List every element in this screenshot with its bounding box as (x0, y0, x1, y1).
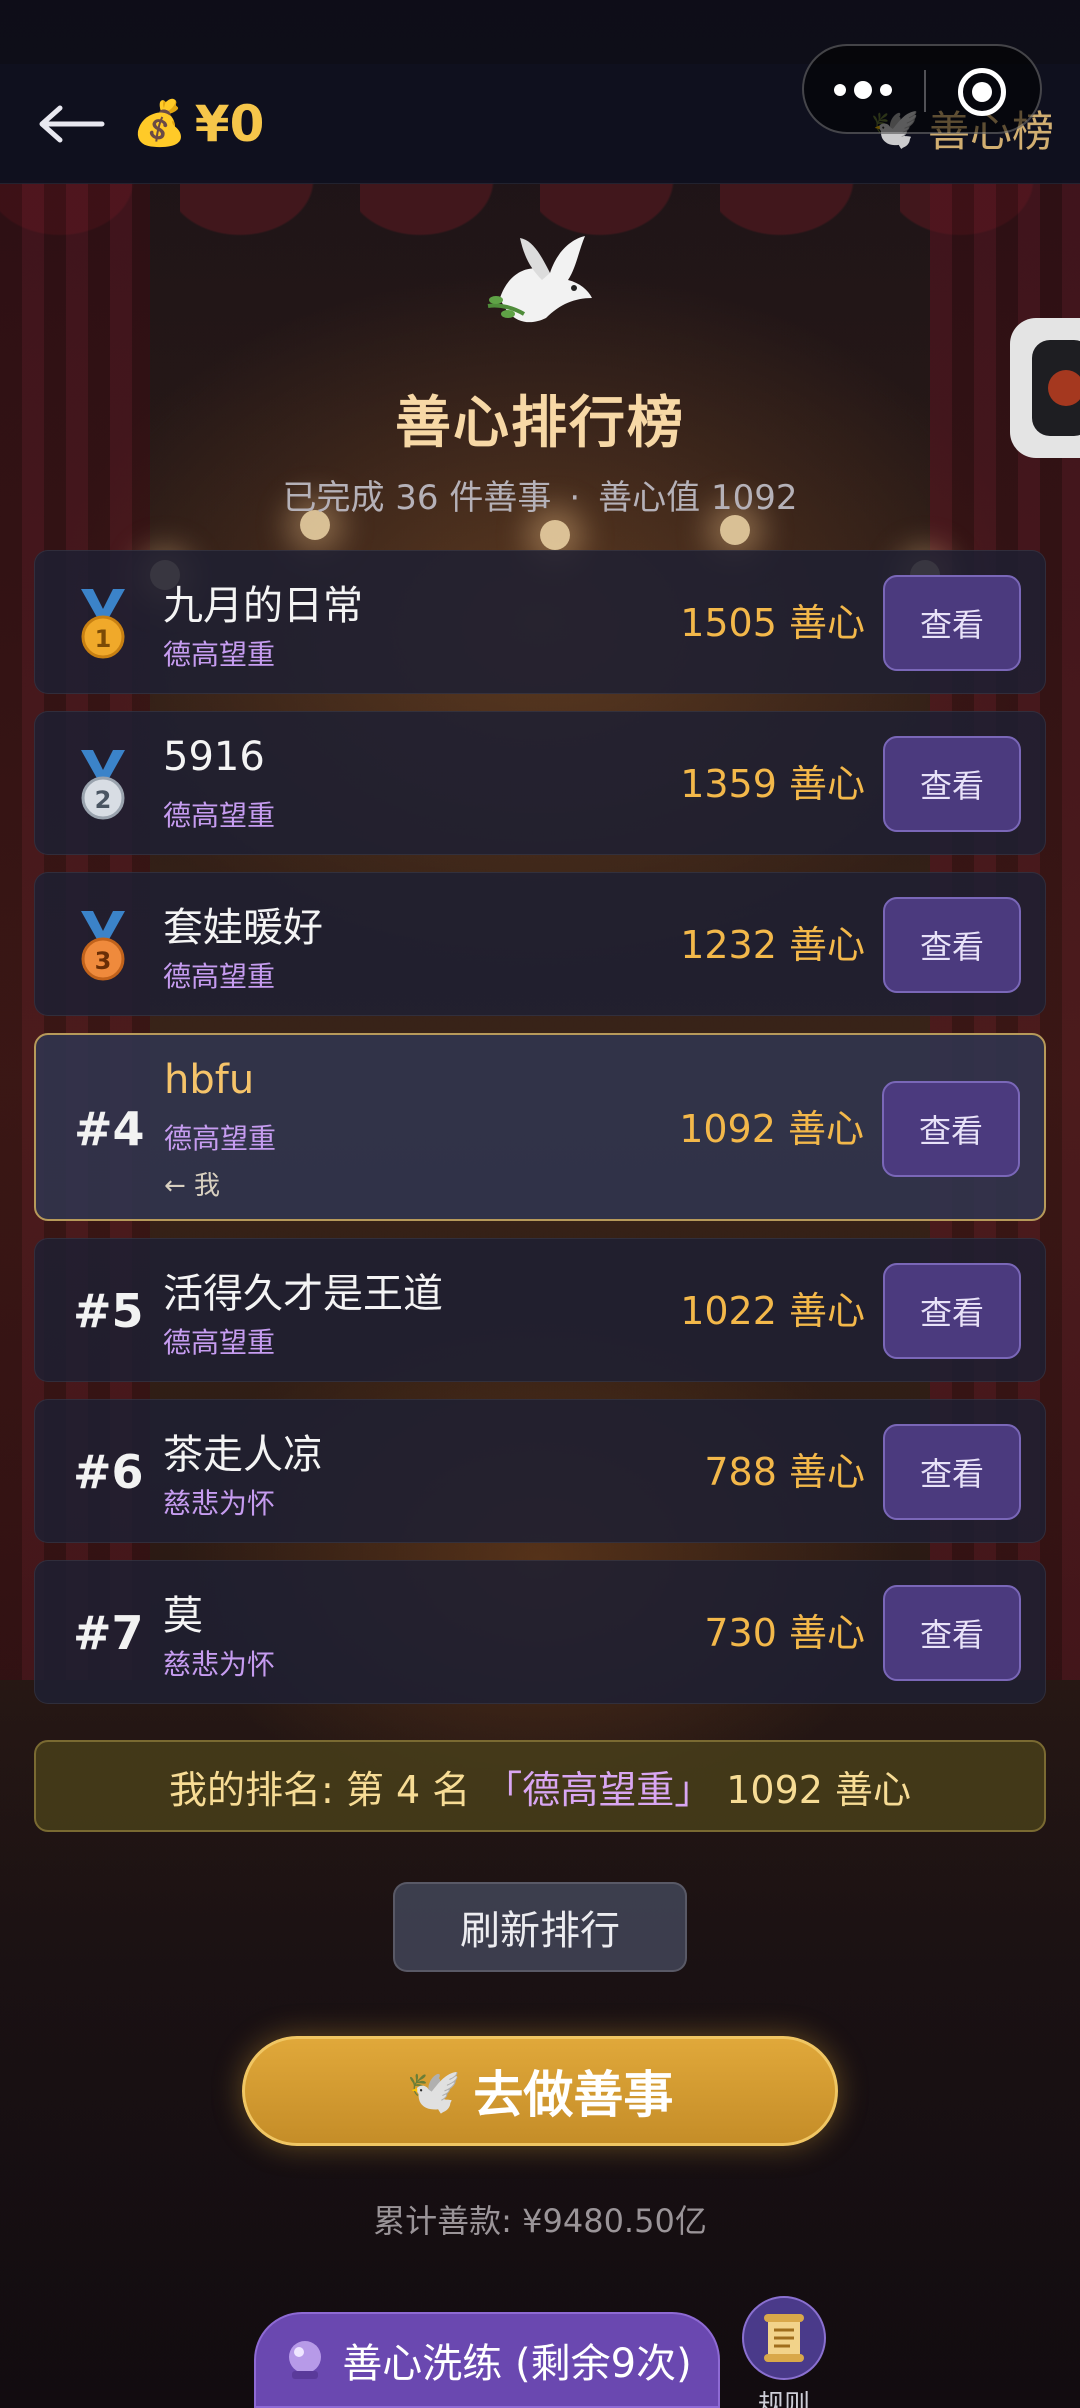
bronze-medal-icon: 3 (81, 911, 125, 981)
rank-row: #6 茶走人凉 慈悲为怀 788 善心 查看 (34, 1399, 1046, 1543)
miniprogram-capsule (802, 44, 1042, 134)
my-rank-title: 「德高望重」 (484, 1767, 713, 1812)
user-name: 莫 (163, 1593, 203, 1639)
svg-text:3: 3 (95, 947, 112, 975)
me-indicator: ← 我 (164, 1171, 221, 1201)
user-name: 活得久才是王道 (163, 1271, 443, 1317)
kindness-train-button[interactable]: 善心洗练 (剩余9次) (254, 2312, 720, 2408)
user-title: 慈悲为怀 (163, 1487, 276, 1520)
kindness-score: 1022 善心 (680, 1289, 865, 1333)
refresh-ranking-button[interactable]: 刷新排行 (393, 1882, 687, 1972)
view-button[interactable]: 查看 (883, 736, 1021, 832)
kindness-score: 1359 善心 (680, 762, 865, 806)
dove-icon (487, 236, 592, 323)
rank-number: #4 (74, 1102, 145, 1156)
svg-text:1: 1 (95, 625, 112, 653)
user-title: 德高望重 (163, 1326, 276, 1359)
total-donation: 累计善款: ¥9480.50亿 (373, 2202, 707, 2240)
my-rank-summary: 我的排名: 第 4 名 「德高望重」 1092 善心 (34, 1740, 1046, 1832)
rank-row: 2 5916 德高望重 1359 善心 查看 (34, 711, 1046, 855)
user-title: 慈悲为怀 (163, 1648, 276, 1681)
coin-amount: ¥0 (194, 95, 265, 153)
completed-count: 已完成 36 件善事 (282, 478, 552, 518)
rank-row: 3 套娃暖好 德高望重 1232 善心 查看 (34, 872, 1046, 1016)
user-name: 套娃暖好 (163, 905, 323, 951)
kindness-score: 1505 善心 (680, 601, 865, 645)
dove-icon: 🕊️ (406, 2066, 462, 2117)
rank-row: #7 莫 慈悲为怀 730 善心 查看 (34, 1560, 1046, 1704)
user-name: 茶走人凉 (163, 1432, 323, 1478)
my-rank-score: 1092 善心 (726, 1767, 912, 1812)
rank-number: #7 (73, 1606, 144, 1660)
stage-light (540, 520, 570, 550)
crystal-ball-icon (289, 2341, 322, 2379)
scroll-icon (764, 2314, 804, 2362)
rank-row: #5 活得久才是王道 德高望重 1022 善心 查看 (34, 1238, 1046, 1382)
my-rank-position: 我的排名: 第 4 名 (168, 1767, 471, 1812)
svg-text:2: 2 (95, 786, 112, 814)
view-button[interactable]: 查看 (883, 1424, 1021, 1520)
rules-button[interactable] (742, 2296, 826, 2380)
rules-label: 规则 (757, 2390, 810, 2408)
user-name: 九月的日常 (163, 583, 363, 629)
user-title: 德高望重 (164, 1122, 277, 1155)
silver-medal-icon: 2 (81, 750, 125, 820)
gold-medal-icon: 1 (81, 589, 125, 659)
ranking-list: 1 九月的日常 德高望重 1505 善心 查看 2 5916 德高望重 1359… (34, 550, 1046, 1721)
kindness-score: 788 善心 (704, 1450, 865, 1494)
rank-number: #6 (73, 1445, 144, 1499)
kindness-score: 1092 善心 (679, 1107, 864, 1151)
user-title: 德高望重 (163, 799, 276, 832)
rank-row: 1 九月的日常 德高望重 1505 善心 查看 (34, 550, 1046, 694)
rank-number: #5 (73, 1284, 144, 1338)
user-stats: 已完成 36 件善事 · 善心值 1092 (0, 470, 1080, 519)
view-button[interactable]: 查看 (883, 1263, 1021, 1359)
train-button-label: 善心洗练 (剩余9次) (342, 2341, 692, 2387)
more-menu-button[interactable] (834, 70, 934, 110)
close-miniprogram-button[interactable] (958, 68, 1006, 116)
view-button[interactable]: 查看 (882, 1081, 1020, 1177)
kindness-value: 善心值 1092 (598, 478, 798, 518)
stats-separator: · (569, 478, 581, 518)
kindness-score: 1232 善心 (680, 923, 865, 967)
user-title: 德高望重 (163, 960, 276, 993)
stage-light (720, 515, 750, 545)
user-title: 德高望重 (163, 638, 276, 671)
page-title: 善心排行榜 (395, 391, 685, 456)
money-bag-icon: 💰 (132, 98, 187, 149)
view-button[interactable]: 查看 (883, 1585, 1021, 1681)
back-arrow-icon (39, 105, 105, 143)
view-button[interactable]: 查看 (883, 897, 1021, 993)
back-button[interactable] (36, 92, 108, 156)
go-do-good-button[interactable]: 🕊️ 去做善事 (242, 2036, 838, 2146)
view-button[interactable]: 查看 (883, 575, 1021, 671)
coin-balance: 💰 ¥0 (132, 94, 264, 154)
user-name: 5916 (163, 734, 265, 780)
user-name: hbfu (164, 1057, 255, 1103)
kindness-score: 730 善心 (704, 1611, 865, 1655)
go-do-good-label: 去做善事 (473, 2066, 674, 2124)
rank-row-me: #4 hbfu 德高望重 ← 我 1092 善心 查看 (34, 1033, 1046, 1221)
